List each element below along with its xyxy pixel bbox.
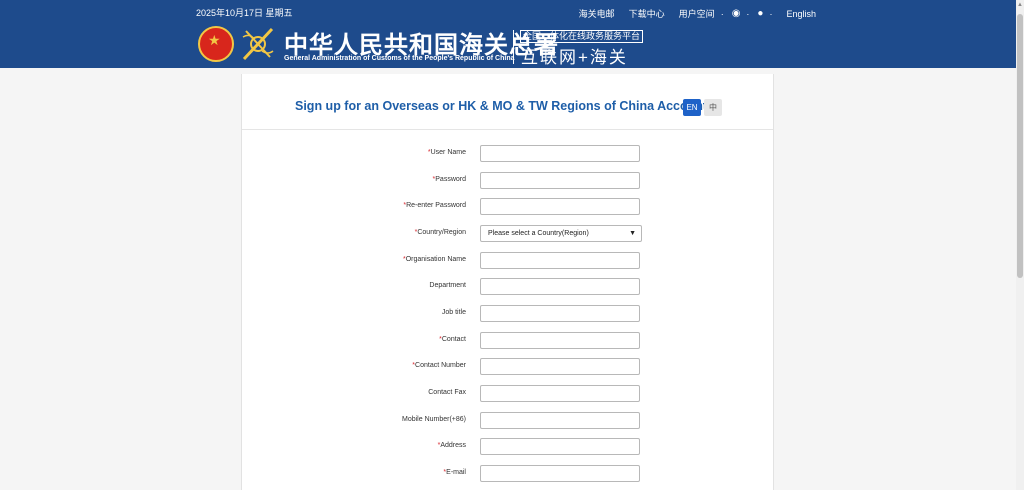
english-link[interactable]: English xyxy=(786,9,816,19)
field-label: *Country/Region xyxy=(414,229,466,236)
department-input[interactable] xyxy=(480,278,640,295)
row-username: *User Name xyxy=(242,145,775,163)
row-reenter-password: *Re-enter Password xyxy=(242,198,775,216)
field-label: *Contact xyxy=(439,336,466,343)
card-header: Sign up for an Overseas or HK & MO & TW … xyxy=(242,74,773,130)
field-label: Mobile Number(+86) xyxy=(402,416,466,423)
field-label: *Contact Number xyxy=(412,362,466,369)
lang-en-button[interactable]: EN xyxy=(683,99,701,116)
field-label: Job title xyxy=(441,309,466,316)
internet-customs-label: 互联网+海关 xyxy=(521,48,628,67)
page-title: Sign up for an Overseas or HK & MO & TW … xyxy=(295,99,708,113)
customs-logo-icon xyxy=(242,27,274,61)
scroll-up-icon[interactable]: ▲ xyxy=(1017,2,1023,8)
separator-dot: · xyxy=(769,8,773,19)
organisation-input[interactable] xyxy=(480,252,640,269)
field-label: Contact Fax xyxy=(428,389,466,396)
job-title-input[interactable] xyxy=(480,305,640,322)
separator-dot: · xyxy=(720,8,724,19)
field-label: *Address xyxy=(437,442,466,449)
site-title-en: General Administration of Customs of the… xyxy=(284,55,515,62)
username-input[interactable] xyxy=(480,145,640,162)
scrollbar-thumb[interactable] xyxy=(1017,14,1023,278)
top-links: 海关电邮 下载中心 用户空间 · ◉ · ● · English xyxy=(565,7,816,20)
header-bar: 2025年10月17日 星期五 海关电邮 下载中心 用户空间 · ◉ · ● ·… xyxy=(0,0,1016,68)
address-input[interactable] xyxy=(480,438,640,455)
separator-dot: · xyxy=(746,8,750,19)
reenter-password-input[interactable] xyxy=(480,198,640,215)
page-scrollbar[interactable]: ▲ xyxy=(1016,0,1024,490)
row-contact: *Contact xyxy=(242,332,775,350)
password-input[interactable] xyxy=(480,172,640,189)
customs-email-link[interactable]: 海关电邮 xyxy=(579,7,615,20)
contact-input[interactable] xyxy=(480,332,640,349)
chevron-down-icon: ▼ xyxy=(629,230,636,237)
email-input[interactable] xyxy=(480,465,640,482)
row-job-title: Job title xyxy=(242,305,775,323)
mobile-input[interactable] xyxy=(480,412,640,429)
contact-fax-input[interactable] xyxy=(480,385,640,402)
download-center-link[interactable]: 下载中心 xyxy=(629,7,665,20)
national-emblem-icon: ★ xyxy=(198,26,234,62)
row-email: *E-mail xyxy=(242,465,775,483)
user-space-link[interactable]: 用户空间 xyxy=(679,7,715,20)
field-label: *User Name xyxy=(427,149,466,156)
row-address: *Address xyxy=(242,438,775,456)
weibo-icon[interactable]: ◉ xyxy=(732,8,741,19)
contact-number-input[interactable] xyxy=(480,358,640,375)
lang-zh-button[interactable]: 中 xyxy=(704,99,722,116)
row-department: Department xyxy=(242,278,775,296)
country-select[interactable]: Please select a Country(Region) ▼ xyxy=(480,225,642,242)
row-organisation: *Organisation Name xyxy=(242,252,775,270)
signup-card: Sign up for an Overseas or HK & MO & TW … xyxy=(241,74,774,490)
row-country: *Country/Region Please select a Country(… xyxy=(242,225,775,243)
row-contact-number: *Contact Number xyxy=(242,358,775,376)
field-label: Department xyxy=(429,282,466,289)
field-label: *Re-enter Password xyxy=(403,202,466,209)
field-label: *Password xyxy=(432,176,466,183)
current-date: 2025年10月17日 星期五 xyxy=(196,8,293,18)
row-mobile: Mobile Number(+86) xyxy=(242,412,775,430)
row-password: *Password xyxy=(242,172,775,190)
divider xyxy=(513,30,514,64)
platform-label: 全国一体化在线政务服务平台 xyxy=(520,30,644,43)
row-contact-fax: Contact Fax xyxy=(242,385,775,403)
field-label: *E-mail xyxy=(443,469,466,476)
wechat-icon[interactable]: ● xyxy=(757,8,763,19)
field-label: *Organisation Name xyxy=(402,256,466,263)
